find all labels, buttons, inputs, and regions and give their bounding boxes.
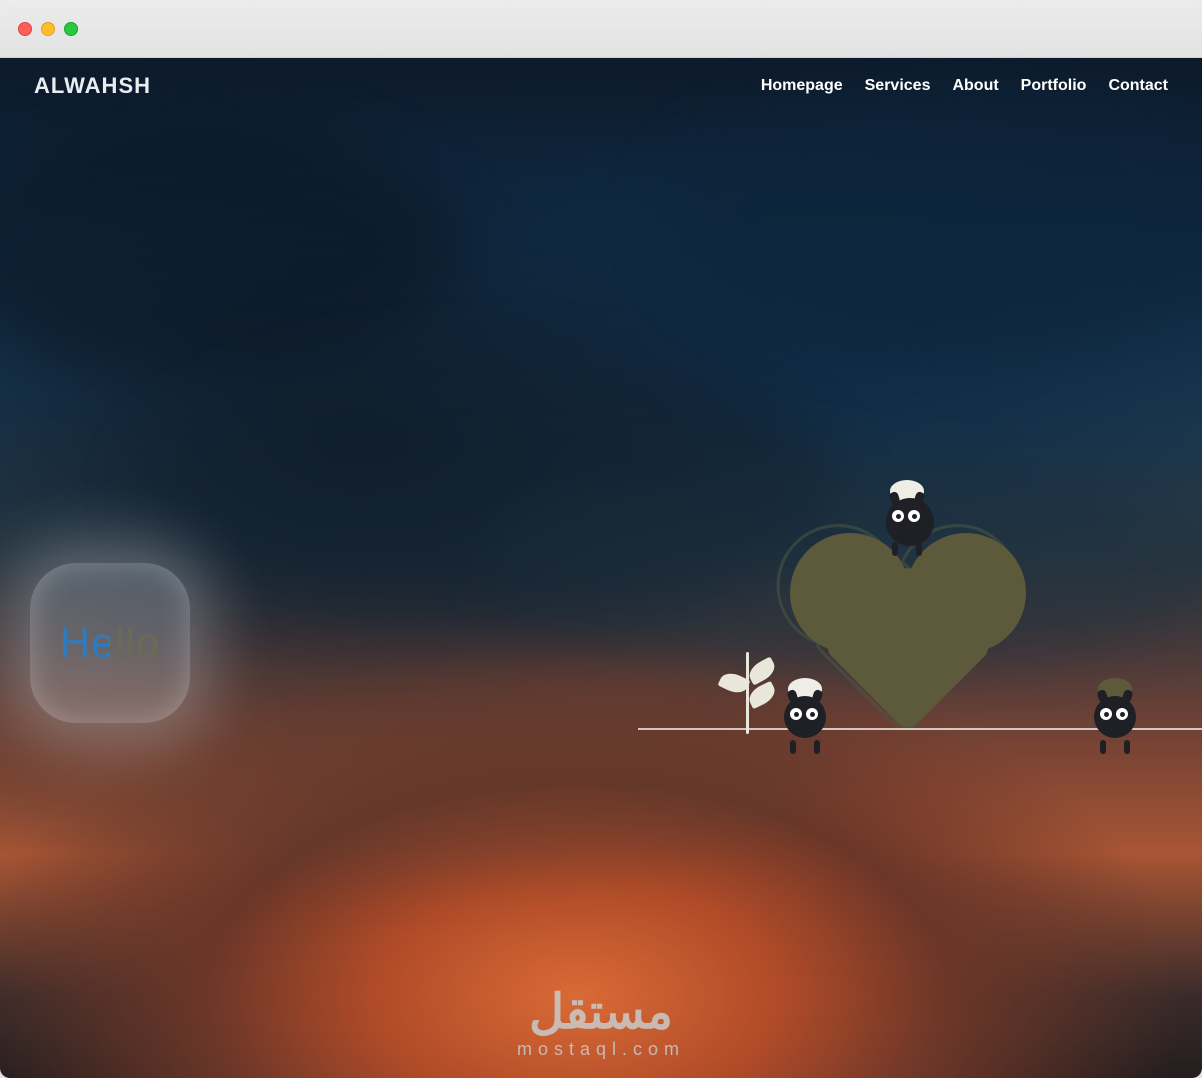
watermark-latin: mostaql.com bbox=[517, 1039, 685, 1060]
navbar: ALWAHSH Homepage Services About Portfoli… bbox=[0, 58, 1202, 114]
nav-links: Homepage Services About Portfolio Contac… bbox=[761, 77, 1168, 95]
nav-link-contact[interactable]: Contact bbox=[1108, 77, 1168, 95]
heart-icon bbox=[808, 533, 1008, 733]
hello-text: Hello bbox=[60, 619, 161, 667]
character-right bbox=[1086, 690, 1144, 748]
page-viewport: ALWAHSH Homepage Services About Portfoli… bbox=[0, 58, 1202, 1078]
hero-illustration bbox=[698, 498, 1138, 778]
window-titlebar bbox=[0, 0, 1202, 58]
nav-link-homepage[interactable]: Homepage bbox=[761, 77, 843, 95]
nav-link-about[interactable]: About bbox=[952, 77, 998, 95]
plant-icon bbox=[718, 652, 778, 734]
brand-logo[interactable]: ALWAHSH bbox=[34, 73, 151, 99]
cloud-decoration bbox=[662, 78, 1202, 358]
browser-window: ALWAHSH Homepage Services About Portfoli… bbox=[0, 0, 1202, 1078]
cloud-decoration bbox=[0, 118, 460, 378]
hello-badge: Hello bbox=[30, 563, 190, 723]
window-minimize-icon[interactable] bbox=[41, 22, 55, 36]
window-close-icon[interactable] bbox=[18, 22, 32, 36]
character-left bbox=[776, 690, 834, 748]
character-top bbox=[878, 492, 936, 550]
window-zoom-icon[interactable] bbox=[64, 22, 78, 36]
nav-link-portfolio[interactable]: Portfolio bbox=[1021, 77, 1087, 95]
nav-link-services[interactable]: Services bbox=[865, 77, 931, 95]
watermark-arabic: مستقل bbox=[517, 989, 685, 1037]
watermark: مستقل mostaql.com bbox=[517, 989, 685, 1060]
